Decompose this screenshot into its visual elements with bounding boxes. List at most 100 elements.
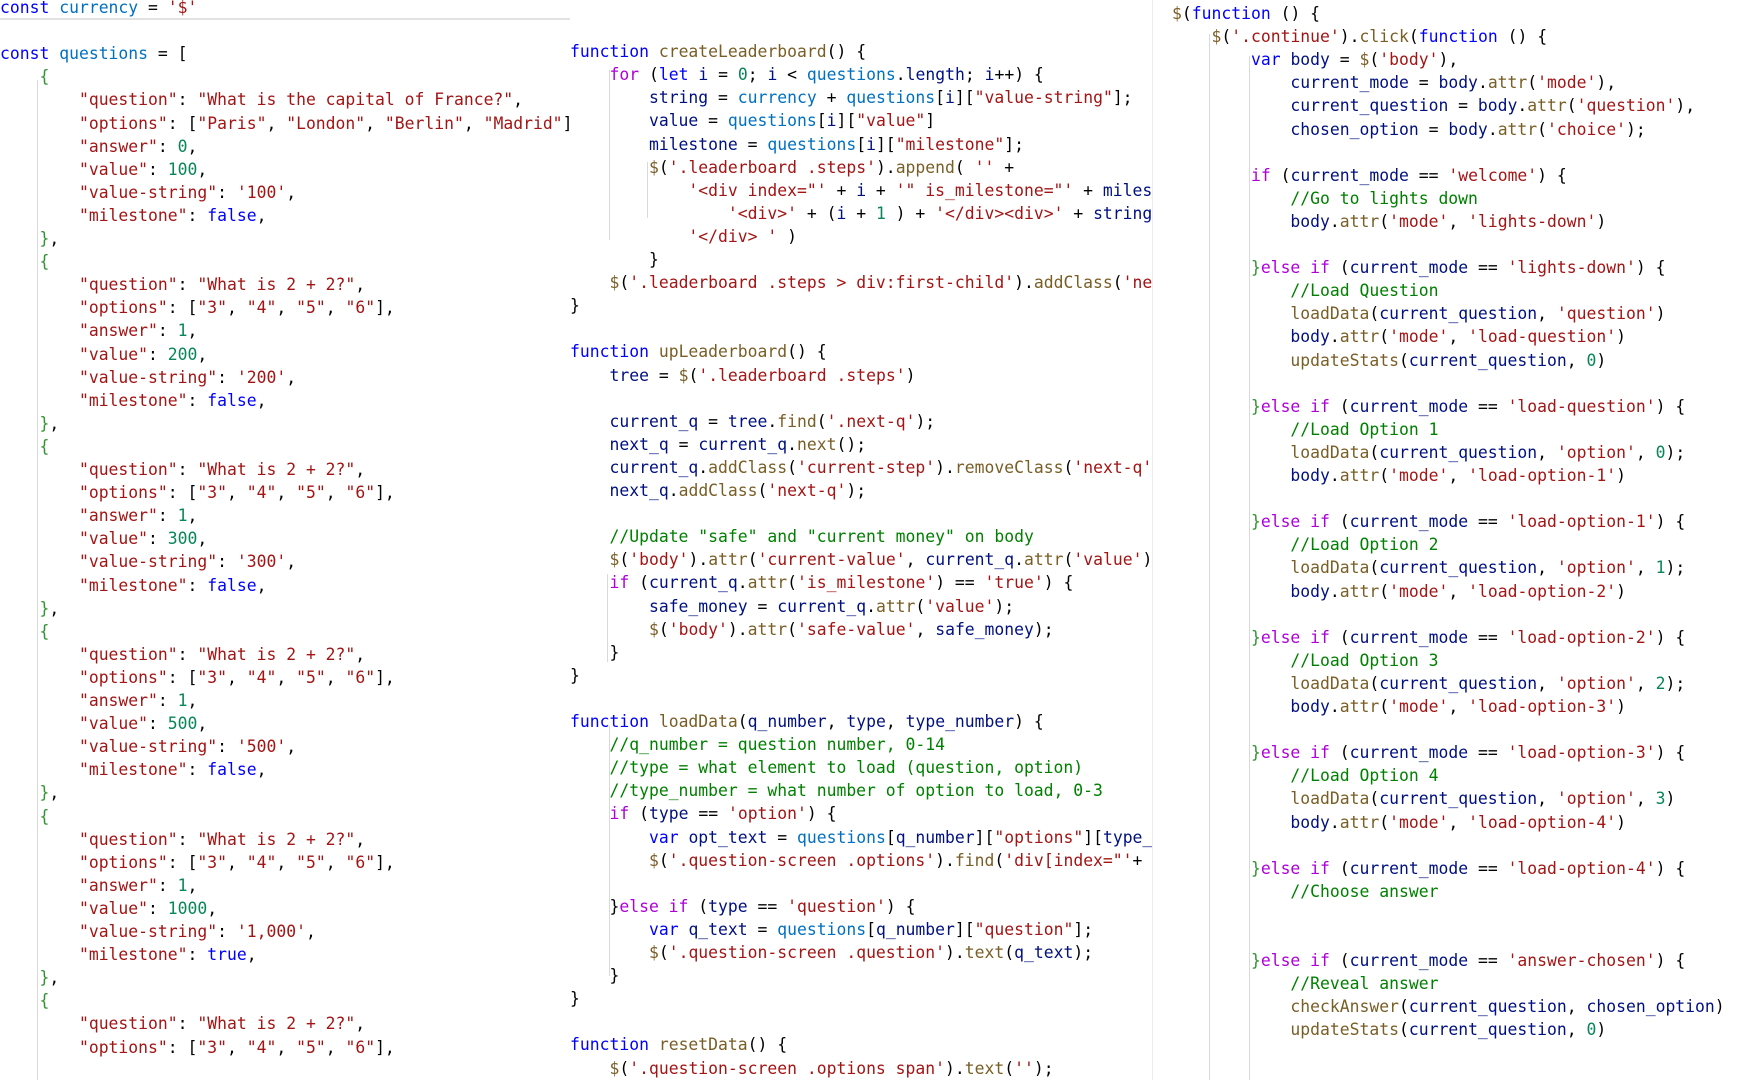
code-token: = [698, 111, 728, 131]
code-token: for [609, 65, 640, 85]
code-token: , [1448, 581, 1469, 601]
code-token: : [ [167, 113, 198, 133]
code-token: } [39, 968, 50, 988]
code-line: "answer": 1, [0, 689, 197, 712]
code-token: : [148, 344, 168, 364]
code-line: { [0, 805, 49, 828]
code-token: "5" [296, 1037, 326, 1057]
code-token: . [1014, 550, 1025, 570]
code-token: , [49, 598, 60, 618]
code-token: 'next-q' [1073, 457, 1152, 477]
code-token: ][ [836, 111, 857, 131]
code-token: , [286, 367, 297, 387]
code-token: "value" [78, 159, 149, 179]
code-token: , [365, 113, 385, 133]
code-token: current_question [1408, 350, 1567, 370]
code-token: : [177, 90, 198, 110]
code-token: "question" [974, 919, 1074, 939]
code-token: ( [1379, 211, 1390, 231]
code-token: : [148, 159, 168, 179]
code-token: "question" [78, 644, 178, 664]
code-token: "answer" [78, 691, 158, 710]
code-token: ( [1379, 327, 1390, 347]
continue-handler-pane[interactable]: $(function () { $('.continue').click(fun… [1172, 0, 1740, 1080]
code-token: ); [1033, 1058, 1054, 1078]
code-token: 'body' [1379, 50, 1439, 70]
code-token: if [1250, 165, 1271, 185]
code-token: 1 [177, 875, 188, 895]
code-token: ]; [1004, 134, 1024, 154]
code-token: , [276, 1037, 297, 1057]
code-token: == [1468, 396, 1508, 416]
code-token: var [1250, 50, 1281, 70]
code-token: : [177, 644, 198, 664]
code-token: $ [648, 943, 659, 962]
code-token: ][ [954, 88, 975, 108]
code-line: "value": 300, [0, 527, 207, 550]
code-token: , [197, 714, 208, 734]
code-token: . [1329, 211, 1340, 231]
code-line: }, [0, 781, 59, 804]
code-token: : [177, 460, 198, 479]
code-token: false [207, 205, 257, 225]
code-token: = [1418, 119, 1449, 139]
code-token: "3" [197, 667, 227, 687]
code-token: , [325, 852, 346, 872]
code-token: , [286, 182, 297, 202]
code-token: [ [856, 134, 867, 154]
code-token: ), [1438, 50, 1459, 70]
code-token: } [39, 229, 50, 248]
code-token: attr [1527, 96, 1567, 116]
code-token: : [187, 205, 208, 225]
code-line: for (let i = 0; i < questions.length; i+… [570, 63, 1043, 86]
code-line: "milestone": false, [0, 204, 267, 227]
code-token: q_text [1014, 943, 1074, 962]
code-token: questions [846, 88, 936, 108]
code-token: 'mode' [1389, 211, 1449, 231]
code-token: questions [806, 65, 896, 85]
code-token: ( [1379, 581, 1390, 601]
code-token: "Madrid" [483, 113, 563, 133]
code-token: //type = what element to load (question,… [609, 758, 1084, 778]
code-token: ( [1004, 1058, 1015, 1078]
code-token: } [570, 250, 659, 269]
code-token: ( [629, 573, 649, 593]
code-token: loadData [658, 712, 738, 731]
code-token: () { [826, 42, 867, 62]
code-line: "milestone": false, [0, 758, 267, 781]
code-token: , [915, 619, 936, 639]
code-line: //q_number = question number, 0-14 [570, 733, 945, 756]
code-token: = [708, 88, 738, 108]
code-token: ( [787, 573, 798, 593]
code-token: == [1468, 627, 1508, 647]
code-token: ) [1665, 789, 1676, 809]
code-token: , [1537, 558, 1557, 578]
code-token: ). [935, 850, 955, 870]
code-token: $ [648, 850, 659, 870]
code-line: $('.leaderboard .steps > div:first-child… [570, 271, 1152, 294]
code-token: "options" [78, 1037, 168, 1057]
code-token: . [866, 596, 876, 616]
code-token: [ [885, 827, 896, 847]
leaderboard-functions-pane[interactable]: function createLeaderboard() { for (let … [570, 0, 1152, 1080]
code-token: '1,000' [236, 922, 306, 941]
questions-data-pane[interactable]: const currency = '$' const questions = [ … [0, 0, 570, 1080]
code-token: 0 [1655, 442, 1666, 462]
code-token: current_question [1408, 1020, 1567, 1040]
code-line: '<div index="' + i + '" is_milestone="' … [570, 179, 1152, 202]
code-token: , [355, 275, 366, 295]
code-token: : [187, 390, 208, 410]
code-token: ) [1596, 1020, 1607, 1040]
code-line: current_q = tree.find('.next-q'); [570, 410, 935, 433]
